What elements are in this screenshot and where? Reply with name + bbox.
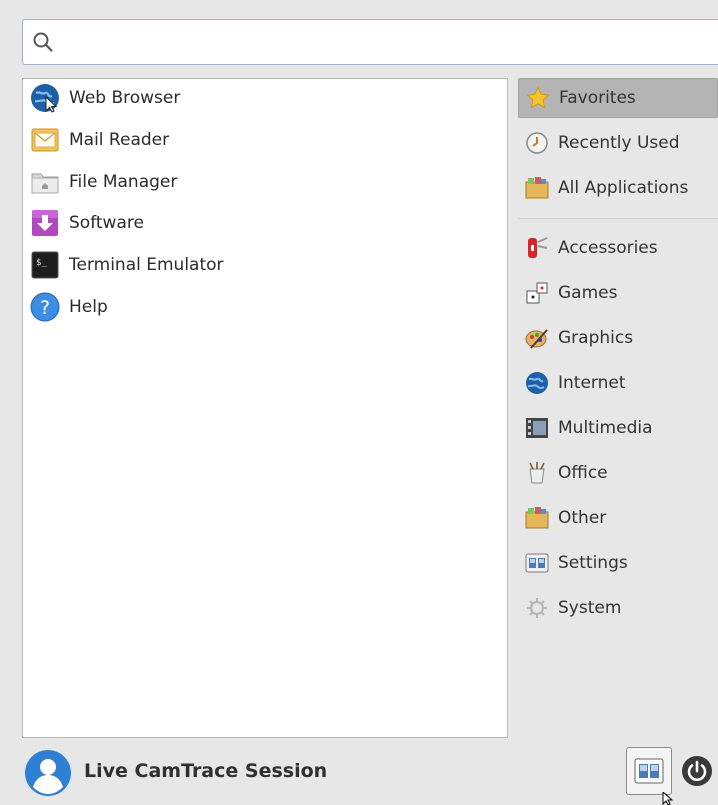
search-box[interactable] [22,19,718,65]
power-button[interactable] [680,754,714,788]
games-icon [524,280,550,306]
category-graphics[interactable]: Graphics [518,318,718,358]
star-icon [525,85,551,111]
web-browser-icon [29,82,61,114]
category-label: Internet [558,373,626,393]
category-multimedia[interactable]: Multimedia [518,408,718,448]
category-label: System [558,598,622,618]
category-label: Accessories [558,238,658,258]
system-icon [524,595,550,621]
settings-manager-icon [634,758,664,784]
power-icon [682,756,712,786]
app-label: Software [69,213,144,233]
svg-text:$_: $_ [36,258,47,268]
category-accessories[interactable]: Accessories [518,228,718,268]
internet-icon [524,370,550,396]
search-input[interactable] [63,26,707,60]
category-label: Graphics [558,328,634,348]
category-games[interactable]: Games [518,273,718,313]
multimedia-icon [524,415,550,441]
app-item-file-manager[interactable]: File Manager [29,163,499,201]
category-label: Favorites [559,88,636,108]
category-all-applications[interactable]: All Applications [518,168,718,208]
category-favorites[interactable]: Favorites [518,78,718,118]
category-label: Other [558,508,607,528]
clock-icon [524,130,550,156]
accessories-icon [524,235,550,261]
app-item-terminal-emulator[interactable]: $_ Terminal Emulator [29,246,499,284]
other-icon [524,505,550,531]
category-label: Office [558,463,608,483]
favorites-list: Web Browser Mail Reader File Manager Sof… [22,78,508,738]
app-label: Web Browser [69,88,181,108]
category-list: Favorites Recently Used All Applications… [516,78,718,738]
category-label: Settings [558,553,628,573]
settings-button[interactable] [626,747,672,795]
category-label: All Applications [558,178,689,198]
help-icon: ? [29,291,61,323]
category-label: Recently Used [558,133,680,153]
avatar[interactable] [24,749,72,797]
graphics-icon [524,325,550,351]
folder-icon [29,166,61,198]
app-label: Terminal Emulator [69,255,224,275]
footer-bar: Live CamTrace Session [0,742,718,805]
all-apps-icon [524,175,550,201]
mail-icon [29,124,61,156]
category-internet[interactable]: Internet [518,363,718,403]
terminal-icon: $_ [29,249,61,281]
category-recently-used[interactable]: Recently Used [518,123,718,163]
category-label: Games [558,283,618,303]
app-label: Help [69,297,108,317]
search-icon [33,32,53,52]
app-item-mail-reader[interactable]: Mail Reader [29,121,499,159]
software-icon [29,207,61,239]
category-settings[interactable]: Settings [518,543,718,583]
app-item-software[interactable]: Software [29,204,499,242]
category-office[interactable]: Office [518,453,718,493]
app-item-web-browser[interactable]: Web Browser [29,79,499,117]
category-separator [518,218,718,219]
svg-text:?: ? [40,297,50,319]
app-label: Mail Reader [69,130,170,150]
category-other[interactable]: Other [518,498,718,538]
app-label: File Manager [69,172,178,192]
user-name: Live CamTrace Session [84,760,328,782]
category-label: Multimedia [558,418,653,438]
app-item-help[interactable]: ? Help [29,288,499,326]
mouse-cursor-icon [662,792,674,805]
settings-icon [524,550,550,576]
office-icon [524,460,550,486]
category-system[interactable]: System [518,588,718,628]
